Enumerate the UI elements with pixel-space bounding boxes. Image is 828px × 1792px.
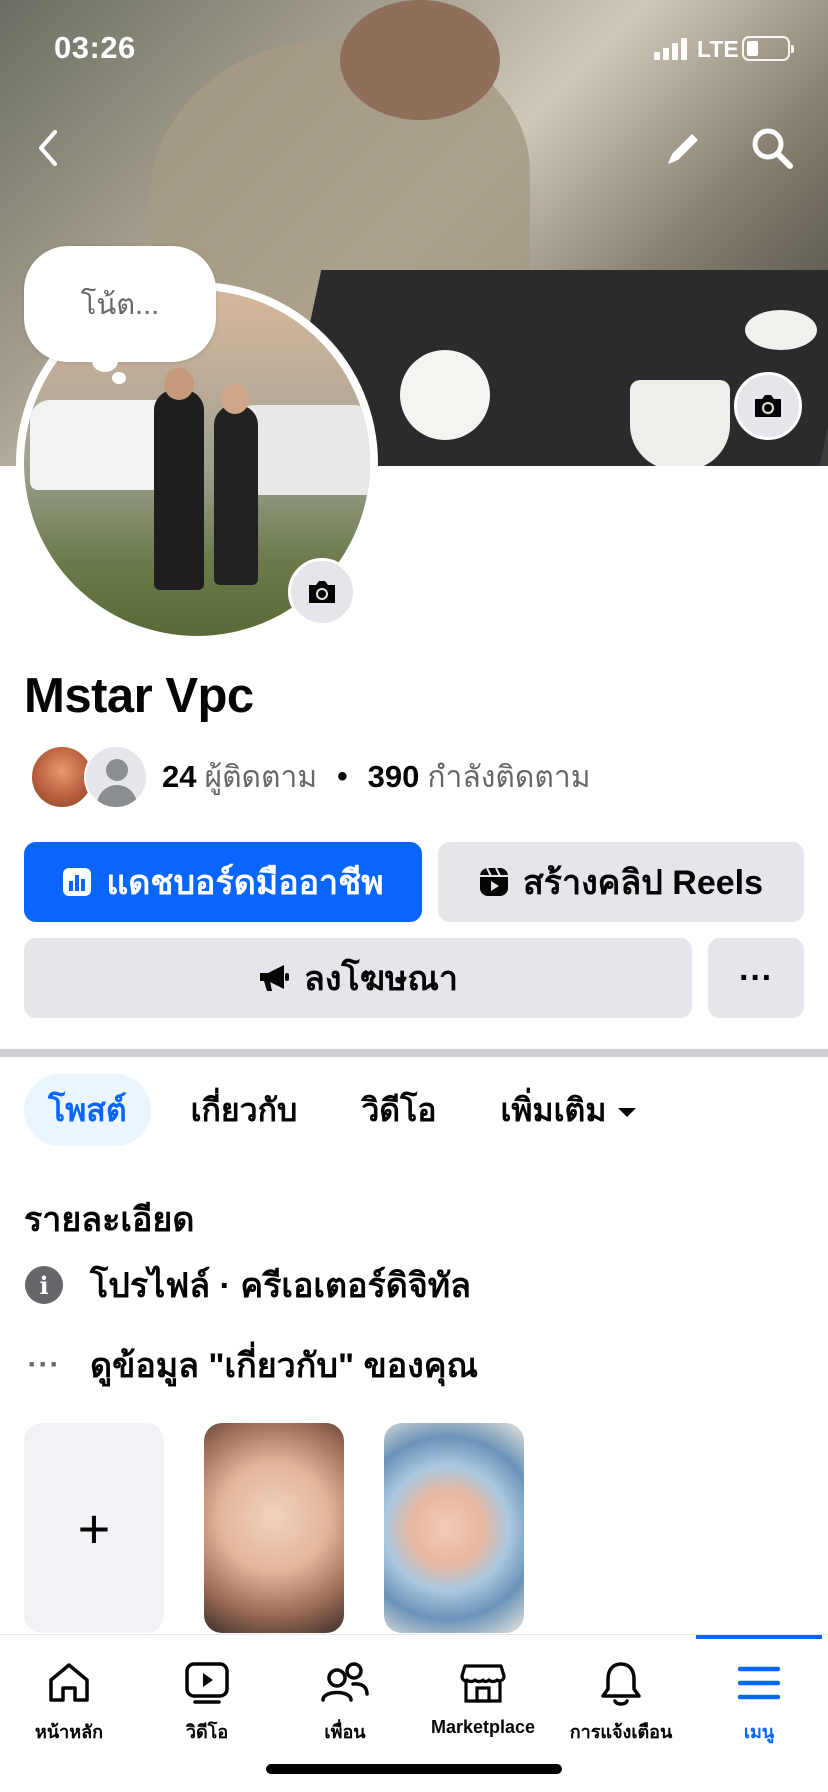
reels-icon: [479, 867, 509, 897]
video-icon: [183, 1657, 231, 1709]
profile-camera-icon[interactable]: [288, 558, 356, 626]
info-icon: i: [25, 1266, 63, 1304]
nav-marketplace[interactable]: Marketplace: [414, 1635, 552, 1755]
nav-home[interactable]: หน้าหลัก: [0, 1635, 138, 1755]
followers-label: ผู้ติดตาม: [204, 760, 318, 794]
add-story-button[interactable]: +: [24, 1423, 164, 1633]
reels-label: สร้างคลิป Reels: [522, 864, 764, 902]
nav-video[interactable]: วิดีโอ: [138, 1635, 276, 1755]
signal-icon: [654, 38, 690, 60]
status-time: 03:26: [54, 30, 136, 65]
home-indicator: [266, 1764, 562, 1774]
cover-camera-icon[interactable]: [734, 372, 802, 440]
battery-icon: [742, 36, 794, 61]
professional-dashboard-button[interactable]: แดชบอร์ดมืออาชีพ: [24, 842, 422, 922]
friends-icon: [320, 1657, 370, 1709]
section-divider: [0, 1049, 828, 1057]
bell-icon: [598, 1657, 644, 1709]
nav-menu[interactable]: เมนู: [690, 1635, 828, 1755]
edit-icon[interactable]: [660, 124, 708, 172]
create-reels-button[interactable]: สร้างคลิป Reels: [438, 842, 804, 922]
follow-stats[interactable]: 24 ผู้ติดตาม • 390 กำลังติดตาม: [30, 744, 591, 810]
detail-profile-type: i โปรไฟล์ · ครีเอเตอร์ดิจิทัล: [24, 1260, 471, 1310]
nav-friends[interactable]: เพื่อน: [276, 1635, 414, 1755]
profile-type-text: โปรไฟล์ · ครีเอเตอร์ดิจิทัล: [90, 1267, 472, 1305]
plus-icon: +: [77, 1496, 111, 1560]
story-thumbnail[interactable]: [384, 1423, 524, 1633]
profile-tabs: โพสต์ เกี่ยวกับ วิดีโอ เพิ่มเติม: [24, 1074, 676, 1146]
status-bar: 03:26 LTE: [0, 0, 828, 100]
tab-about[interactable]: เกี่ยวกับ: [167, 1074, 322, 1146]
story-thumbnail[interactable]: [204, 1423, 344, 1633]
following-count: 390: [367, 759, 420, 794]
tab-more[interactable]: เพิ่มเติม: [476, 1074, 660, 1146]
more-options-icon: ···: [739, 958, 773, 997]
detail-see-about[interactable]: ··· ดูข้อมูล "เกี่ยวกับ" ของคุณ: [24, 1340, 479, 1390]
more-dots-icon: ···: [27, 1348, 61, 1381]
note-text: โน้ต...: [80, 289, 160, 321]
tab-posts[interactable]: โพสต์: [24, 1074, 151, 1146]
followers-count: 24: [162, 759, 197, 794]
home-icon: [46, 1657, 92, 1709]
following-label: กำลังติดตาม: [427, 760, 591, 794]
nav-notifications[interactable]: การแจ้งเตือน: [552, 1635, 690, 1755]
note-bubble[interactable]: โน้ต...: [24, 246, 216, 362]
more-options-button[interactable]: ···: [708, 938, 804, 1018]
details-heading: รายละเอียด: [24, 1201, 195, 1239]
search-icon[interactable]: [748, 124, 796, 172]
menu-icon: [736, 1657, 782, 1709]
profile-name: Mstar Vpc: [24, 669, 254, 723]
dashboard-icon: [62, 867, 92, 897]
caret-down-icon: [618, 1107, 637, 1117]
tab-videos[interactable]: วิดีโอ: [337, 1074, 460, 1146]
advertise-button[interactable]: ลงโฆษณา: [24, 938, 692, 1018]
see-about-text: ดูข้อมูล "เกี่ยวกับ" ของคุณ: [90, 1347, 479, 1385]
advertise-label: ลงโฆษณา: [304, 960, 458, 998]
stats-separator: •: [337, 760, 348, 793]
network-label: LTE: [697, 36, 739, 62]
dashboard-label: แดชบอร์ดมืออาชีพ: [106, 864, 384, 902]
follower-avatar-placeholder: [84, 745, 148, 809]
marketplace-icon: [459, 1657, 507, 1709]
back-icon[interactable]: [24, 124, 72, 172]
megaphone-icon: [258, 963, 290, 993]
